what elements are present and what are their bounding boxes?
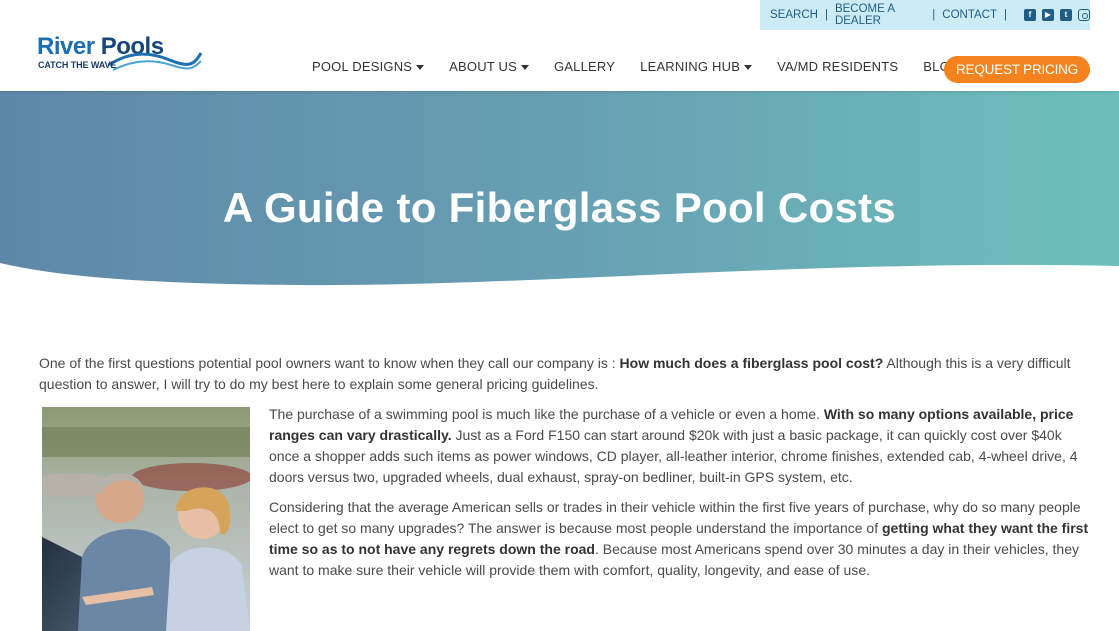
caret-down-icon — [521, 64, 529, 70]
article-body: The purchase of a swimming pool is much … — [269, 404, 1089, 590]
contact-link[interactable]: CONTACT — [942, 9, 997, 21]
intro-bold-question: How much does a fiberglass pool cost? — [619, 355, 884, 371]
logo-tagline: CATCH THE WAVE — [38, 60, 117, 70]
wave-icon — [108, 52, 203, 71]
become-dealer-link[interactable]: BECOME A DEALER — [835, 3, 925, 27]
nav-pool-designs-label: POOL DESIGNS — [312, 59, 413, 74]
main-nav: POOL DESIGNS ABOUT US GALLERY LEARNING H… — [312, 59, 985, 74]
nav-va-md-residents-label: VA/MD RESIDENTS — [777, 59, 899, 74]
logo-word-river: River — [37, 33, 95, 60]
photo-illustration — [42, 407, 250, 631]
divider: | — [824, 9, 828, 21]
nav-learning-hub-label: LEARNING HUB — [640, 59, 741, 74]
youtube-icon[interactable]: ▶ — [1042, 9, 1054, 21]
divider: | — [932, 9, 936, 21]
nav-about-us[interactable]: ABOUT US — [449, 59, 529, 74]
intro-paragraph: One of the first questions potential poo… — [39, 353, 1089, 395]
request-pricing-button[interactable]: REQUEST PRICING — [944, 56, 1090, 83]
couple-car-photo — [42, 407, 250, 631]
site-header: SEARCH | BECOME A DEALER | CONTACT | f ▶… — [0, 0, 1119, 91]
caret-down-icon — [416, 64, 425, 70]
site-logo[interactable]: River Pools CATCH THE WAVE — [37, 33, 203, 75]
facebook-icon[interactable]: f — [1024, 9, 1036, 21]
search-link[interactable]: SEARCH — [770, 9, 818, 21]
utility-bar: SEARCH | BECOME A DEALER | CONTACT | f ▶… — [760, 0, 1090, 30]
twitter-icon[interactable]: t — [1060, 9, 1072, 21]
paragraph-1: The purchase of a swimming pool is much … — [269, 404, 1089, 488]
nav-va-md-residents[interactable]: VA/MD RESIDENTS — [777, 59, 898, 74]
paragraph-2: Considering that the average American se… — [269, 497, 1089, 581]
caret-down-icon — [744, 64, 753, 70]
instagram-icon[interactable] — [1078, 9, 1090, 21]
p1-text: The purchase of a swimming pool is much … — [269, 406, 824, 422]
nav-pool-designs[interactable]: POOL DESIGNS — [312, 59, 425, 74]
nav-learning-hub[interactable]: LEARNING HUB — [640, 59, 753, 74]
intro-text: One of the first questions potential poo… — [39, 355, 620, 371]
hero-banner: A Guide to Fiberglass Pool Costs — [0, 91, 1119, 291]
nav-about-us-label: ABOUT US — [449, 59, 517, 74]
divider: | — [1004, 9, 1007, 21]
page-title: A Guide to Fiberglass Pool Costs — [222, 184, 897, 231]
nav-gallery-label: GALLERY — [554, 59, 616, 74]
social-links: f ▶ t — [1024, 9, 1090, 21]
nav-gallery[interactable]: GALLERY — [554, 59, 615, 74]
